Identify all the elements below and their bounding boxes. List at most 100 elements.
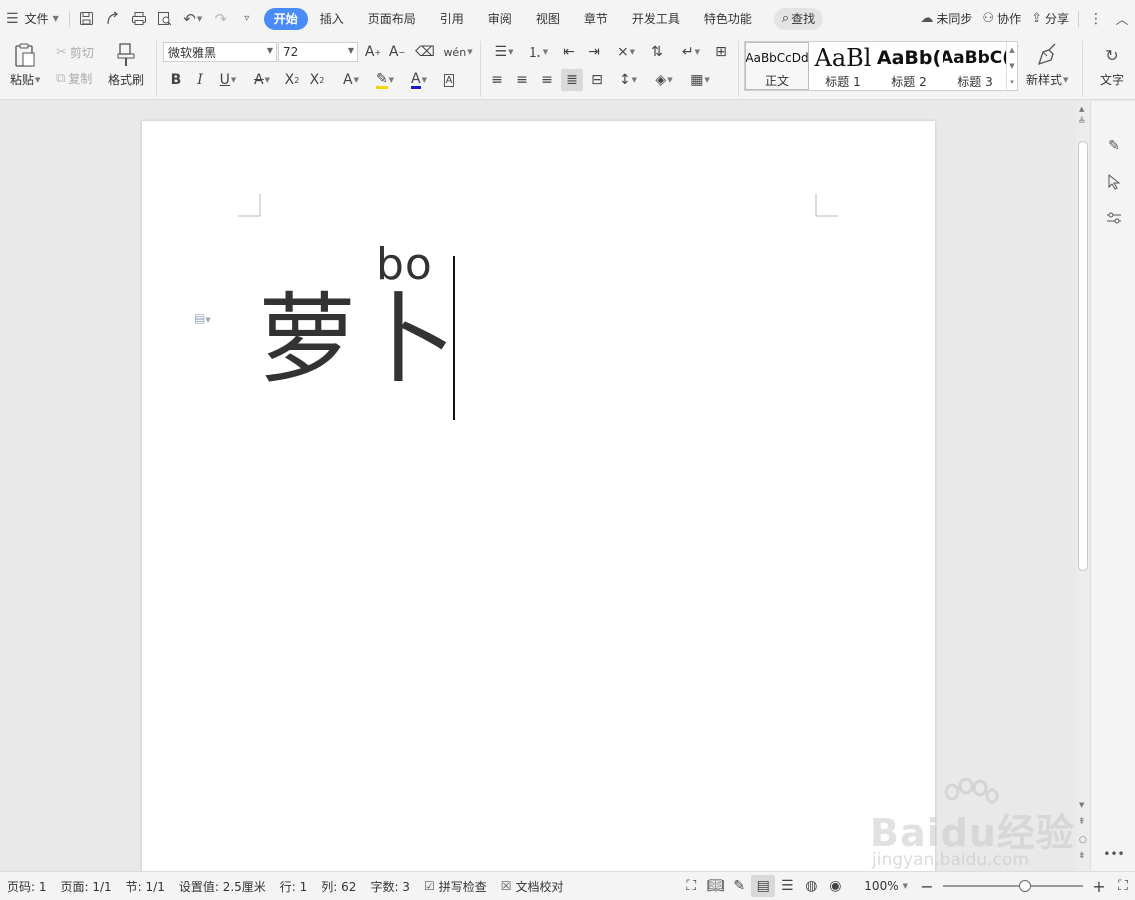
- spell-check-button[interactable]: ☑ 拼写检查: [417, 878, 494, 895]
- strikethrough-icon[interactable]: A ▼: [247, 69, 277, 91]
- document-area: ▤▼ bo 萝卜: [0, 101, 1076, 871]
- outline-view-icon[interactable]: ☰: [775, 875, 799, 897]
- new-style-button[interactable]: 新样式 ▼: [1026, 41, 1068, 88]
- eraser-icon[interactable]: ⌫: [414, 41, 436, 63]
- edit-pen-icon[interactable]: ✎: [1103, 135, 1125, 157]
- search-button[interactable]: ⌕ 查找: [773, 7, 824, 30]
- line-spacing-icon[interactable]: ↕ ▼: [612, 69, 644, 91]
- style-gallery-scroll[interactable]: ▲ ▼ ▾: [1006, 42, 1017, 90]
- previous-page-icon[interactable]: ≜: [1078, 117, 1086, 127]
- subscript-icon[interactable]: X2: [306, 69, 328, 91]
- underline-icon[interactable]: U ▼: [213, 69, 243, 91]
- paragraph-layout-icon[interactable]: ▤▼: [194, 311, 211, 325]
- bullet-list-icon[interactable]: ☰ ▼: [488, 41, 520, 63]
- web-view-icon[interactable]: ◍: [799, 875, 823, 897]
- sync-button[interactable]: ☁ 未同步: [915, 7, 977, 31]
- font-size-select[interactable]: 72 ▼: [278, 42, 358, 62]
- previous-page-icon[interactable]: ⇞: [1078, 817, 1086, 827]
- tab-home[interactable]: 开始: [263, 7, 308, 30]
- sort-icon[interactable]: ⇅: [646, 41, 668, 63]
- format-painter-button[interactable]: 格式刷: [108, 41, 144, 88]
- increase-indent-icon[interactable]: ⇥: [583, 41, 605, 63]
- borders-icon[interactable]: ▦ ▼: [684, 69, 716, 91]
- scroll-down-icon[interactable]: ▼: [1079, 801, 1084, 809]
- distribute-icon[interactable]: ⊟: [586, 69, 608, 91]
- page-view-icon[interactable]: ▤: [751, 875, 776, 897]
- zoom-slider[interactable]: [943, 878, 1083, 894]
- shrink-font-icon[interactable]: A −: [386, 41, 408, 63]
- style-heading-2[interactable]: AaBb( 标题 2: [877, 42, 941, 90]
- scroll-up-icon[interactable]: ▲: [1079, 105, 1084, 113]
- highlight-icon[interactable]: ✎ ▼: [370, 69, 400, 91]
- text-effect-icon[interactable]: A ▼: [336, 69, 366, 91]
- more-icon[interactable]: •••: [1103, 843, 1125, 865]
- align-center-icon[interactable]: ≡: [511, 69, 533, 91]
- fit-window-icon[interactable]: ⛶: [1111, 875, 1135, 897]
- zoom-slider-knob[interactable]: [1019, 880, 1032, 892]
- vertical-scrollbar[interactable]: ▲ ≜ ▼ ⇞ ○ ⇟: [1076, 101, 1090, 871]
- superscript-icon[interactable]: X2: [281, 69, 303, 91]
- numbered-list-icon[interactable]: ⒈ ▼: [522, 41, 554, 63]
- justify-icon[interactable]: ≣: [561, 69, 583, 91]
- pages-status[interactable]: 页面: 1/1: [54, 878, 119, 895]
- table-tools-icon[interactable]: ⊞: [710, 41, 732, 63]
- collapse-ribbon-icon[interactable]: ︿: [1109, 7, 1135, 31]
- character-border-icon[interactable]: A: [438, 69, 460, 91]
- zoom-select[interactable]: 100% ▼: [857, 879, 915, 893]
- save-icon[interactable]: [74, 7, 100, 31]
- phonetic-guide-icon[interactable]: wén ▼: [443, 41, 472, 63]
- zoom-in-icon[interactable]: +: [1087, 875, 1111, 897]
- bold-icon[interactable]: B: [165, 69, 187, 91]
- style-heading-3[interactable]: AaBbC( 标题 3: [943, 42, 1007, 90]
- tab-view[interactable]: 视图: [524, 8, 572, 30]
- word-count-status[interactable]: 字数: 3: [363, 878, 417, 895]
- tab-chapter[interactable]: 章节: [572, 8, 620, 30]
- customize-toolbar-icon[interactable]: ▿: [234, 7, 260, 31]
- tab-insert[interactable]: 插入: [308, 8, 356, 30]
- collaborate-button[interactable]: ⚇ 协作: [977, 7, 1026, 31]
- select-pointer-icon[interactable]: [1103, 171, 1125, 193]
- next-page-icon[interactable]: ⇟: [1078, 851, 1086, 861]
- shading-icon[interactable]: ◈ ▼: [648, 69, 680, 91]
- export-pdf-icon[interactable]: [100, 7, 126, 31]
- fullscreen-icon[interactable]: ⛶: [679, 875, 703, 897]
- doc-proof-button[interactable]: ☒ 文档校对: [494, 878, 571, 895]
- font-color-icon[interactable]: A ▼: [404, 69, 434, 91]
- tab-review[interactable]: 审阅: [476, 8, 524, 30]
- decrease-indent-icon[interactable]: ⇤: [558, 41, 580, 63]
- style-heading-1[interactable]: AaBl 标题 1: [811, 42, 875, 90]
- scrollbar-thumb[interactable]: [1078, 141, 1088, 571]
- eye-protection-icon[interactable]: ◉: [823, 875, 847, 897]
- tab-page-layout[interactable]: 页面布局: [356, 8, 428, 30]
- more-icon[interactable]: ⋮: [1083, 7, 1109, 31]
- paste-button[interactable]: 粘贴 ▼: [10, 41, 40, 88]
- undo-icon[interactable]: ↶ ▼: [178, 7, 208, 31]
- align-left-icon[interactable]: ≡: [486, 69, 508, 91]
- share-button[interactable]: ⇪ 分享: [1026, 7, 1074, 31]
- reading-mode-icon[interactable]: 📖︎: [703, 875, 727, 897]
- print-preview-icon[interactable]: [152, 7, 178, 31]
- font-name-select[interactable]: 微软雅黑 ▼: [163, 42, 277, 62]
- print-icon[interactable]: [126, 7, 152, 31]
- redo-icon[interactable]: ↷: [208, 7, 234, 31]
- text-tools-button[interactable]: ↻ 文字: [1092, 41, 1132, 88]
- show-hide-marks-icon[interactable]: ↵ ▼: [675, 41, 707, 63]
- file-menu[interactable]: ☰ 文件 ▼: [0, 7, 65, 31]
- style-normal[interactable]: AaBbCcDd 正文: [745, 42, 809, 90]
- select-browse-object-icon[interactable]: ○: [1079, 835, 1087, 845]
- copy-button[interactable]: ⧉ 复制: [56, 68, 92, 88]
- setting-value-status: 设置值: 2.5厘米: [178, 879, 266, 894]
- tab-references[interactable]: 引用: [428, 8, 476, 30]
- properties-sliders-icon[interactable]: [1103, 207, 1125, 229]
- italic-icon[interactable]: I: [189, 69, 211, 91]
- document-page[interactable]: ▤▼ bo 萝卜: [142, 121, 935, 871]
- edit-mode-icon[interactable]: ✎: [727, 875, 751, 897]
- tab-features[interactable]: 特色功能: [692, 8, 764, 30]
- zoom-out-icon[interactable]: −: [915, 875, 939, 897]
- grow-font-icon[interactable]: A +: [362, 41, 384, 63]
- tab-developer[interactable]: 开发工具: [620, 8, 692, 30]
- document-body-text[interactable]: 萝卜: [258, 285, 458, 395]
- align-right-icon[interactable]: ≡: [536, 69, 558, 91]
- cut-button[interactable]: ✂ 剪切: [56, 42, 94, 62]
- chinese-layout-icon[interactable]: ⨯ ▼: [610, 41, 642, 63]
